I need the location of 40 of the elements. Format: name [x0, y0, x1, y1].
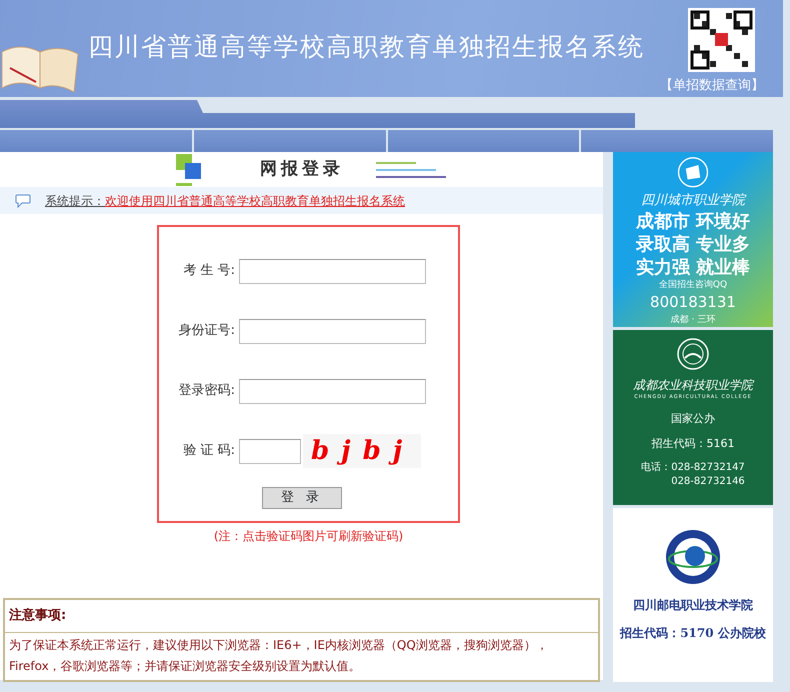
captcha-note: (注：点击验证码图片可刷新验证码) — [214, 529, 404, 543]
decorative-lines — [376, 160, 448, 178]
college-name: 四川城市职业学院 — [641, 192, 745, 210]
speech-bubble-icon — [15, 194, 31, 208]
instructions-text: 为了保证本系统正常运行，建议使用以下浏览器：IE6+，IE内核浏览器（QQ浏览器，搜狗浏览器），Firefox，谷歌浏览器等；并请保证浏览器安全级别设置为默认值。 — [8, 636, 549, 674]
field-label: 登录密码: — [178, 382, 236, 400]
phone-number: 028-82732147 — [671, 460, 745, 474]
ad-text: 招生代码：5161 — [652, 436, 734, 452]
field-label: 验 证 码: — [182, 442, 236, 460]
college-name: 四川邮电职业技术学院 — [633, 597, 753, 614]
notice-message: 欢迎使用四川省普通高等学校高职教育单独招生报名系统 — [105, 192, 405, 210]
college-emblem-icon — [675, 156, 711, 188]
field-label: 考 生 号: — [182, 262, 236, 280]
college-emblem-icon — [664, 528, 722, 586]
notice-label: 系统提示： — [45, 192, 105, 210]
site-title: 四川省普通高等学校高职教育单独招生报名系统 — [88, 31, 644, 63]
ad-slogan: 录取高 专业多 — [636, 233, 750, 256]
qq-number: 800183131 — [650, 292, 736, 310]
input-field[interactable] — [239, 318, 426, 344]
instructions-title: 注意事项: — [5, 600, 598, 632]
captcha-image[interactable]: bjbj — [303, 434, 421, 468]
location-text: 成都 · 三环 — [670, 314, 716, 326]
password-field[interactable] — [239, 378, 426, 404]
ad-slogan: 成都市 环境好 — [636, 210, 750, 233]
login-button[interactable]: 登 录 — [262, 487, 342, 509]
ad-slogan: 实力强 就业棒 — [636, 256, 750, 279]
ad-text: 招生代码：5170 公办院校 — [620, 625, 766, 642]
phone-number: 028-82732146 — [671, 474, 745, 488]
page-heading: 网报登录 — [260, 158, 344, 181]
ad-text: 国家公办 — [671, 410, 715, 426]
squares-icon — [176, 154, 202, 186]
qr-code-icon — [688, 8, 755, 72]
qq-label: 全国招生咨询QQ — [658, 279, 728, 292]
college-ad[interactable]: 四川邮电职业技术学院 招生代码：5170 公办院校 — [613, 508, 773, 682]
input-field[interactable] — [239, 258, 426, 284]
field-label: 身份证号: — [178, 322, 236, 340]
phone-label: 电话： — [641, 460, 672, 474]
college-emblem-icon — [677, 338, 709, 370]
college-name: 成都农业科技职业学院 — [633, 377, 753, 394]
captcha-field[interactable] — [239, 438, 301, 464]
